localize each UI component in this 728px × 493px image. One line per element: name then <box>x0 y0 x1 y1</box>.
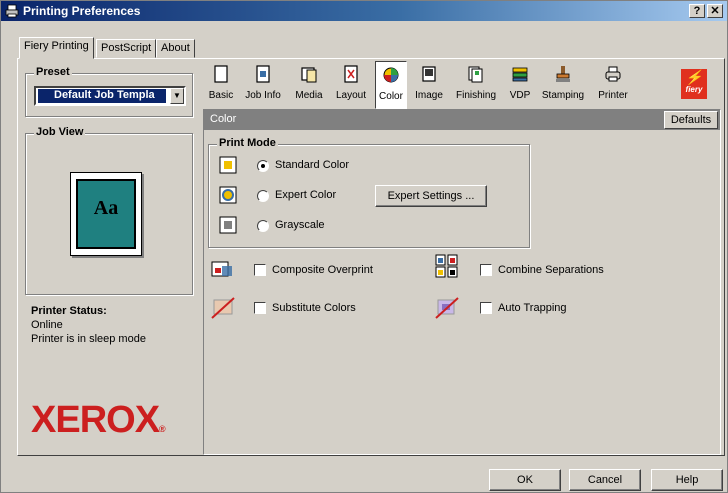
cancel-button[interactable]: Cancel <box>569 469 641 491</box>
toolbar-vdp-label: VDP <box>509 90 531 101</box>
preview-text: Aa <box>93 197 119 219</box>
toolbar-finishing-label: Finishing <box>455 90 497 101</box>
auto-trapping-icon <box>435 297 459 319</box>
substitute-colors-icon <box>211 297 235 319</box>
job-view-label: Job View <box>34 126 86 138</box>
ok-button[interactable]: OK <box>489 469 561 491</box>
expert-color-label: Expert Color <box>275 189 337 201</box>
auto-trapping-label: Auto Trapping <box>498 302 567 314</box>
auto-trapping-option[interactable]: Auto Trapping <box>434 296 624 320</box>
toolbar-color[interactable]: Color <box>375 61 407 109</box>
registered-mark: ® <box>159 424 166 434</box>
standard-color-icon <box>219 156 237 174</box>
color-settings-panel: Color Defaults Print Mode Standard Color… <box>203 109 721 455</box>
grayscale-option[interactable]: Grayscale <box>219 215 379 237</box>
preset-dropdown[interactable]: Default Job Templa ▼ <box>34 86 186 106</box>
media-icon <box>301 67 317 83</box>
substitute-colors-checkbox[interactable] <box>254 302 266 314</box>
toolbar-vdp[interactable]: VDP <box>503 61 537 109</box>
toolbar-image[interactable]: Image <box>411 61 447 109</box>
close-title-button[interactable]: ✕ <box>707 4 723 18</box>
chevron-down-icon[interactable]: ▼ <box>170 88 184 104</box>
composite-overprint-icon <box>211 261 232 277</box>
tab-about[interactable]: About <box>156 39 195 58</box>
section-title: Color <box>210 113 237 125</box>
title-bar[interactable]: Printing Preferences ? ✕ <box>1 1 727 21</box>
job-view-group: Job View Aa <box>25 126 193 295</box>
preset-value: Default Job Templa <box>38 89 166 103</box>
toolbar-media[interactable]: Media <box>289 61 329 109</box>
toolbar-printer[interactable]: Printer <box>593 61 633 109</box>
printer-icon <box>605 66 621 82</box>
grayscale-icon <box>219 216 237 234</box>
toolbar-image-label: Image <box>415 90 443 101</box>
expert-settings-button[interactable]: Expert Settings ... <box>375 185 487 207</box>
job-info-icon <box>256 65 270 83</box>
expert-color-option[interactable]: Expert Color <box>219 185 379 207</box>
printer-status-label: Printer Status: <box>31 305 107 317</box>
color-icon <box>383 67 399 83</box>
tab-fiery-printing[interactable]: Fiery Printing <box>19 37 94 59</box>
preset-label: Preset <box>34 66 72 78</box>
section-header: Color Defaults <box>204 110 720 130</box>
toolbar-basic[interactable]: Basic <box>203 61 239 109</box>
toolbar-finishing[interactable]: Finishing <box>453 61 499 109</box>
print-mode-label: Print Mode <box>217 137 278 149</box>
vdp-icon <box>512 67 528 82</box>
toolbar-stamping[interactable]: Stamping <box>539 61 587 109</box>
help-title-button[interactable]: ? <box>689 4 705 18</box>
job-preview: Aa <box>70 172 142 256</box>
xerox-logo: XEROX® <box>31 399 166 442</box>
standard-color-option[interactable]: Standard Color <box>219 155 419 177</box>
substitute-colors-option[interactable]: Substitute Colors <box>210 296 400 320</box>
combine-separations-icon <box>435 254 458 278</box>
feature-toolbar: Basic Job Info Media Layout Color Image … <box>203 61 723 109</box>
xerox-logo-text: XEROX <box>31 399 160 441</box>
print-mode-group: Print Mode Standard Color Expert Color E… <box>208 137 530 248</box>
preset-group: Preset Default Job Templa ▼ <box>25 66 193 117</box>
printer-status-detail: Printer is in sleep mode <box>31 333 146 345</box>
printer-icon <box>5 4 19 18</box>
page-icon <box>214 65 228 83</box>
composite-overprint-option[interactable]: Composite Overprint <box>210 258 400 282</box>
composite-overprint-checkbox[interactable] <box>254 264 266 276</box>
printing-preferences-window: Printing Preferences ? ✕ Fiery Printing … <box>0 0 728 493</box>
combine-separations-option[interactable]: Combine Separations <box>434 254 634 278</box>
layout-icon <box>344 65 358 83</box>
toolbar-media-label: Media <box>295 90 323 101</box>
expert-color-icon <box>219 186 237 204</box>
grayscale-radio[interactable] <box>257 220 269 232</box>
grayscale-label: Grayscale <box>275 219 325 231</box>
stamping-icon <box>556 66 570 82</box>
fiery-logo: ⚡ fiery <box>681 69 707 99</box>
toolbar-basic-label: Basic <box>208 90 234 101</box>
toolbar-layout[interactable]: Layout <box>331 61 371 109</box>
toolbar-layout-label: Layout <box>335 90 367 101</box>
toolbar-stamping-label: Stamping <box>541 90 585 101</box>
composite-overprint-label: Composite Overprint <box>272 264 373 276</box>
standard-color-radio[interactable] <box>257 160 269 172</box>
window-title: Printing Preferences <box>23 4 141 18</box>
combine-separations-checkbox[interactable] <box>480 264 492 276</box>
defaults-button[interactable]: Defaults <box>664 111 718 129</box>
auto-trapping-checkbox[interactable] <box>480 302 492 314</box>
help-button[interactable]: Help <box>651 469 723 491</box>
standard-color-label: Standard Color <box>275 159 349 171</box>
toolbar-job-info-label: Job Info <box>245 90 281 101</box>
combine-separations-label: Combine Separations <box>498 264 604 276</box>
toolbar-printer-label: Printer <box>598 90 628 101</box>
finishing-icon <box>468 66 483 83</box>
substitute-colors-label: Substitute Colors <box>272 302 356 314</box>
fiery-logo-text: fiery <box>685 85 703 94</box>
image-icon <box>422 66 436 82</box>
tab-postscript[interactable]: PostScript <box>96 39 157 58</box>
printer-status-online: Online <box>31 319 63 331</box>
toolbar-color-label: Color <box>379 91 403 102</box>
expert-color-radio[interactable] <box>257 190 269 202</box>
toolbar-job-info[interactable]: Job Info <box>241 61 285 109</box>
